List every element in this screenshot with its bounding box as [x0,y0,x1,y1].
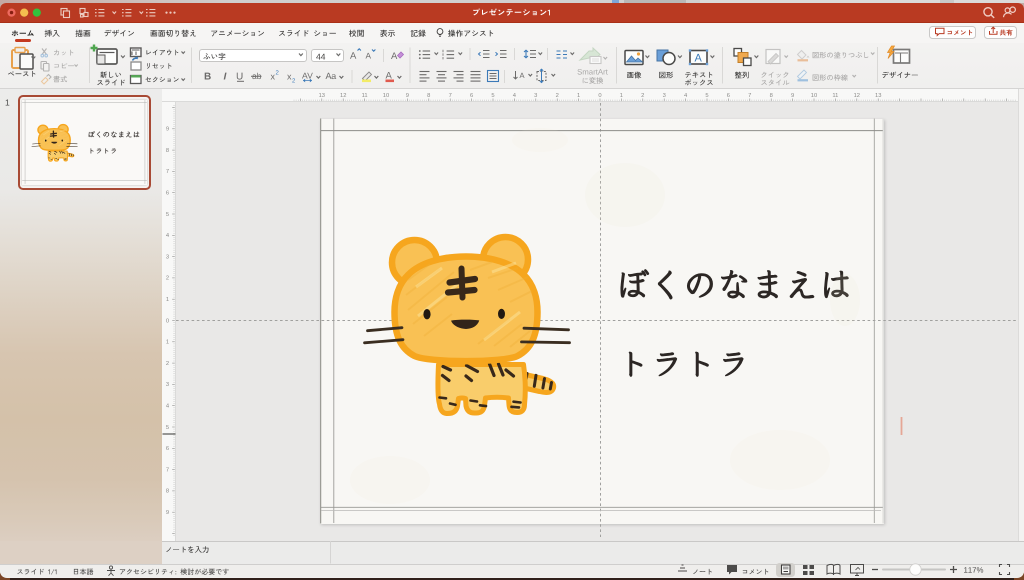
svg-text:3: 3 [166,382,169,388]
svg-text:11: 11 [832,93,838,99]
svg-text:6: 6 [166,191,169,197]
svg-text:4: 4 [513,93,517,99]
svg-text:13: 13 [319,93,325,99]
svg-text:7: 7 [748,93,751,99]
svg-text:5: 5 [705,93,708,99]
svg-text:4: 4 [684,93,688,99]
svg-text:12: 12 [340,93,346,99]
svg-text:3: 3 [166,254,169,260]
svg-text:13: 13 [875,93,881,99]
svg-text:10: 10 [811,93,817,99]
svg-text:9: 9 [166,510,169,516]
svg-text:1: 1 [166,297,169,303]
svg-text:6: 6 [166,446,169,452]
svg-text:7: 7 [166,467,169,473]
svg-text:8: 8 [427,93,430,99]
svg-text:3: 3 [534,93,537,99]
svg-text:2: 2 [556,93,559,99]
svg-text:8: 8 [166,489,169,495]
svg-text:12: 12 [854,93,860,99]
svg-text:7: 7 [166,169,169,175]
svg-text:2: 2 [166,276,169,282]
svg-text:5: 5 [491,93,494,99]
svg-text:5: 5 [166,425,169,431]
svg-text:9: 9 [406,93,409,99]
svg-text:9: 9 [166,127,169,133]
svg-text:5: 5 [166,212,169,218]
svg-text:8: 8 [770,93,773,99]
svg-text:1: 1 [620,93,623,99]
svg-text:1: 1 [577,93,580,99]
svg-text:6: 6 [470,93,473,99]
svg-text:1: 1 [166,340,169,346]
svg-text:2: 2 [166,361,169,367]
svg-text:9: 9 [791,93,794,99]
svg-text:6: 6 [727,93,730,99]
svg-text:4: 4 [166,233,170,239]
svg-text:0: 0 [166,318,169,324]
svg-text:7: 7 [449,93,452,99]
svg-text:4: 4 [166,404,170,410]
svg-text:0: 0 [598,93,601,99]
svg-text:2: 2 [641,93,644,99]
svg-text:11: 11 [362,93,368,99]
svg-text:8: 8 [166,148,169,154]
svg-text:10: 10 [383,93,389,99]
svg-text:3: 3 [663,93,666,99]
